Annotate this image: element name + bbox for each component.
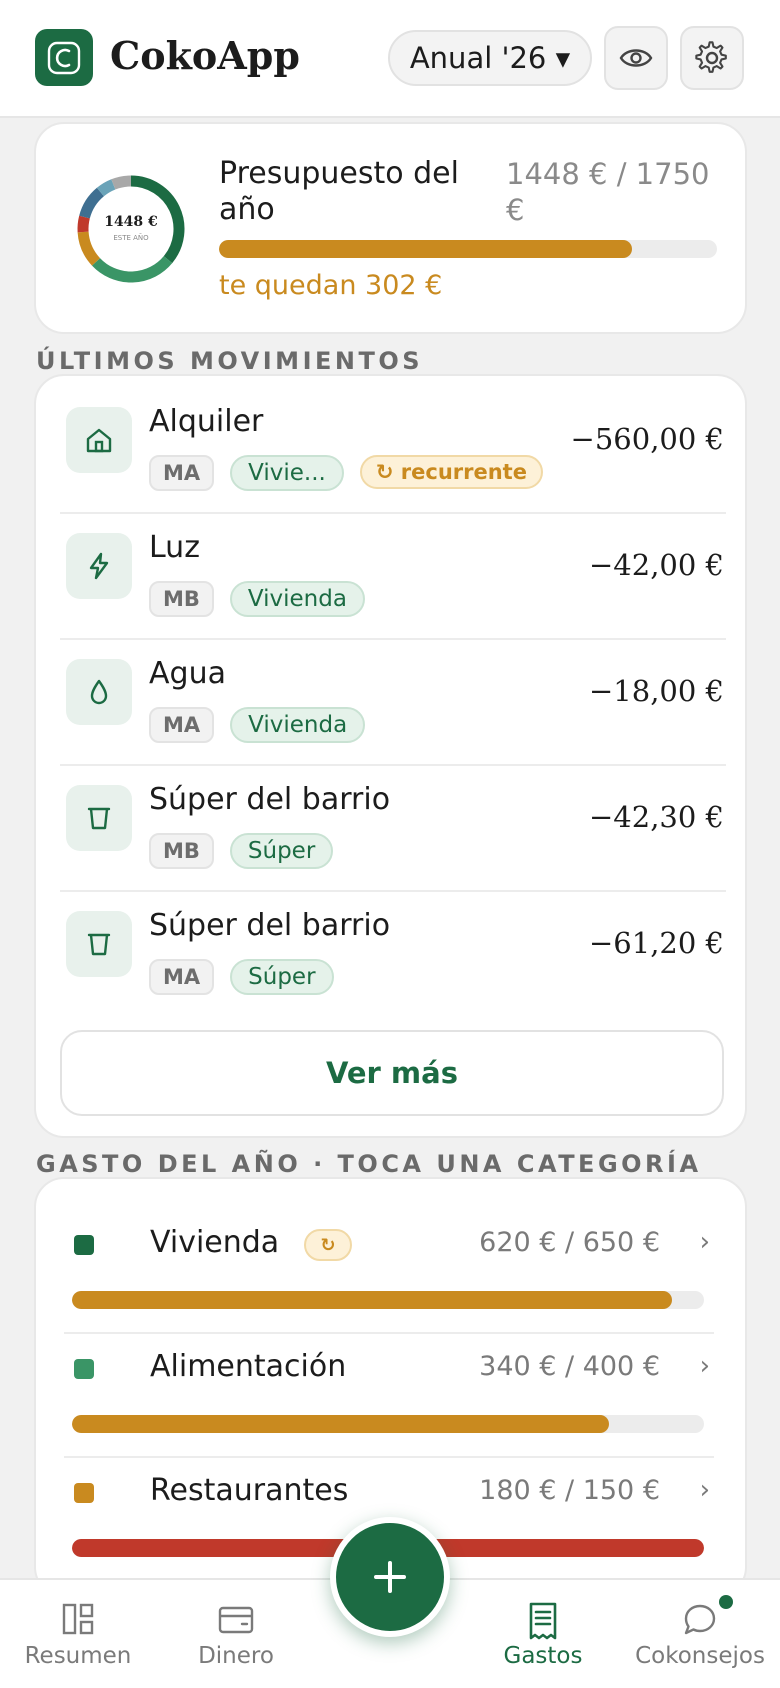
app-header: CokoApp Anual '26 ▾ bbox=[0, 0, 780, 118]
user-badge: MA bbox=[149, 959, 215, 995]
category-color-dot bbox=[74, 1483, 94, 1503]
movements-card: Alquiler MA Vivie... ↻ recurrente −560,0… bbox=[34, 374, 747, 1138]
add-expense-button[interactable] bbox=[330, 1517, 450, 1637]
movement-amount: −42,00 € bbox=[589, 548, 724, 582]
recurrent-badge: ↻ bbox=[304, 1229, 352, 1261]
movement-name: Súper del barrio bbox=[149, 782, 391, 817]
donut-segment bbox=[79, 187, 105, 219]
water-drop-icon bbox=[66, 659, 132, 725]
movement-name: Súper del barrio bbox=[149, 908, 391, 943]
logo-c-icon bbox=[47, 41, 81, 74]
budget-title: Presupuesto del año bbox=[219, 156, 459, 227]
donut-segment bbox=[92, 255, 173, 283]
donut-segment bbox=[77, 231, 101, 266]
movement-name: Agua bbox=[149, 656, 226, 691]
nav-item-dinero[interactable]: Dinero bbox=[161, 1580, 311, 1688]
wallet-icon bbox=[218, 1606, 254, 1634]
category-row-alimentacion[interactable]: Alimentación 340 € / 400 € › bbox=[72, 1323, 712, 1447]
home-icon bbox=[66, 407, 132, 473]
movement-row[interactable]: Súper del barrio MA Súper −61,20 € bbox=[58, 880, 724, 1006]
movement-amount: −42,30 € bbox=[589, 800, 724, 834]
app-name: CokoApp bbox=[110, 33, 300, 78]
user-badge: MA bbox=[149, 707, 215, 743]
category-name: Restaurantes bbox=[150, 1473, 349, 1508]
user-badge: MB bbox=[149, 581, 214, 617]
nav-label: Dinero bbox=[198, 1643, 274, 1669]
basket-icon bbox=[66, 911, 132, 977]
recurrent-badge: ↻ recurrente bbox=[359, 455, 543, 489]
category-amount: 180 € / 150 € bbox=[479, 1475, 660, 1506]
categories-section-title: GASTO DEL AÑO · TOCA UNA CATEGORÍA bbox=[36, 1150, 702, 1178]
budget-card[interactable]: 1448 € ESTE AÑO Presupuesto del año 1448… bbox=[34, 122, 747, 334]
nav-label: Cokonsejos bbox=[635, 1643, 765, 1669]
category-color-dot bbox=[74, 1359, 94, 1379]
movement-amount: −18,00 € bbox=[589, 674, 724, 708]
category-progress-track bbox=[72, 1415, 704, 1433]
nav-label: Resumen bbox=[24, 1643, 132, 1669]
dashboard-icon bbox=[62, 1603, 94, 1635]
movement-row[interactable]: Luz MB Vivienda −42,00 € bbox=[58, 502, 724, 628]
settings-button[interactable] bbox=[680, 26, 744, 90]
category-tag: Súper bbox=[230, 959, 334, 995]
movement-row[interactable]: Súper del barrio MB Súper −42,30 € bbox=[58, 754, 724, 880]
category-progress-fill bbox=[72, 1291, 673, 1309]
category-tag: Vivie... bbox=[230, 455, 344, 491]
period-selector[interactable]: Anual '26 ▾ bbox=[388, 30, 592, 86]
user-badge: MB bbox=[149, 833, 214, 869]
see-more-button[interactable]: Ver más bbox=[60, 1030, 724, 1116]
category-tag: Vivienda bbox=[229, 581, 365, 617]
category-tag: Vivienda bbox=[230, 707, 366, 743]
category-color-dot bbox=[74, 1235, 94, 1255]
eye-icon bbox=[619, 49, 653, 67]
lightning-icon bbox=[66, 533, 132, 599]
visibility-toggle-button[interactable] bbox=[604, 26, 668, 90]
chevron-right-icon: › bbox=[699, 1475, 710, 1505]
plus-icon bbox=[374, 1561, 406, 1593]
category-row-vivienda[interactable]: Vivienda ↻ 620 € / 650 € › bbox=[72, 1199, 712, 1323]
chat-bubble-icon bbox=[684, 1604, 716, 1635]
receipt-icon bbox=[529, 1602, 557, 1640]
donut-caption: ESTE AÑO bbox=[113, 233, 149, 242]
movements-section-title: ÚLTIMOS MOVIMIENTOS bbox=[36, 347, 424, 375]
donut-value: 1448 € bbox=[104, 214, 158, 230]
gear-icon bbox=[695, 41, 727, 73]
category-progress-fill bbox=[72, 1415, 610, 1433]
category-name: Alimentación bbox=[150, 1349, 347, 1384]
budget-progress-track bbox=[219, 240, 717, 258]
movement-row[interactable]: Alquiler MA Vivie... ↻ recurrente −560,0… bbox=[58, 376, 724, 502]
app-logo bbox=[35, 29, 93, 86]
notification-dot bbox=[719, 1595, 733, 1609]
category-amount: 620 € / 650 € bbox=[479, 1227, 660, 1258]
category-progress-track bbox=[72, 1291, 704, 1309]
budget-amount: 1448 € / 1750 € bbox=[506, 157, 710, 227]
user-badge: MA bbox=[149, 455, 215, 491]
movement-amount: −560,00 € bbox=[570, 422, 724, 456]
movement-row[interactable]: Agua MA Vivienda −18,00 € bbox=[58, 628, 724, 754]
nav-item-cokonsejos[interactable]: Cokonsejos bbox=[625, 1580, 775, 1688]
nav-label: Gastos bbox=[503, 1643, 583, 1669]
nav-item-resumen[interactable]: Resumen bbox=[3, 1580, 153, 1688]
category-name: Vivienda bbox=[150, 1225, 280, 1260]
donut-segment bbox=[77, 215, 90, 233]
movement-amount: −61,20 € bbox=[589, 926, 724, 960]
nav-item-gastos[interactable]: Gastos bbox=[468, 1580, 618, 1688]
donut-segment bbox=[111, 175, 132, 190]
category-amount: 340 € / 400 € bbox=[479, 1351, 660, 1382]
budget-progress-fill bbox=[219, 240, 633, 258]
category-tag: Súper bbox=[229, 833, 334, 869]
chevron-right-icon: › bbox=[699, 1351, 710, 1381]
budget-donut-chart: 1448 € ESTE AÑO bbox=[77, 175, 185, 283]
movement-name: Alquiler bbox=[149, 404, 264, 439]
budget-remaining: te quedan 302 € bbox=[219, 270, 443, 301]
basket-icon bbox=[66, 785, 132, 851]
movement-name: Luz bbox=[149, 530, 200, 565]
donut-segment bbox=[96, 179, 116, 197]
chevron-right-icon: › bbox=[699, 1227, 710, 1257]
